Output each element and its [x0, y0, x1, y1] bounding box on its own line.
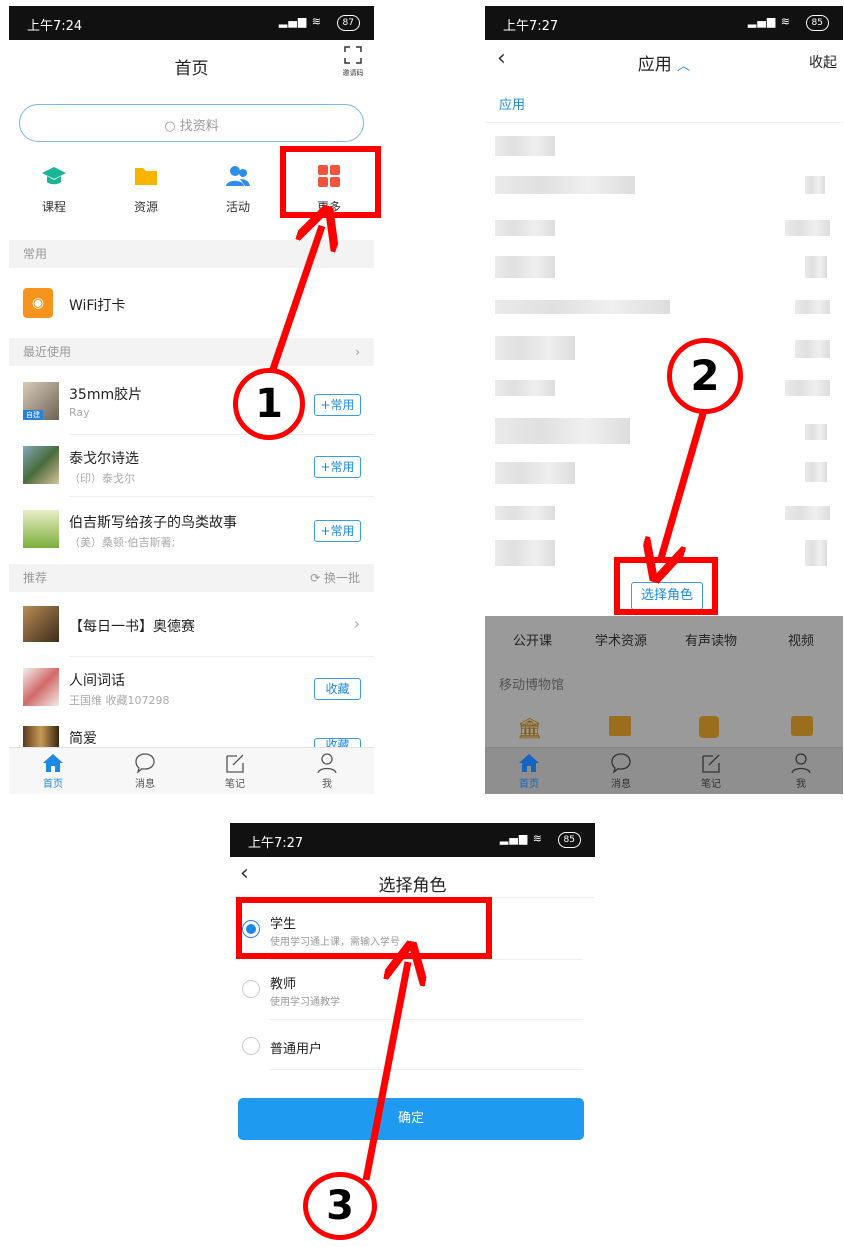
annotation-step-1: 1	[233, 368, 305, 440]
arrow-3	[362, 962, 408, 1181]
annotation-arrows	[266, 0, 708, 1181]
annotation-step-2: 2	[667, 338, 743, 414]
annotation-step-3: 3	[303, 1172, 377, 1240]
step-3-number: 3	[326, 1183, 354, 1229]
step-1-number: 1	[255, 381, 283, 427]
step-2-number: 2	[690, 351, 720, 400]
arrow-2	[660, 409, 708, 562]
arrow-1	[266, 226, 322, 380]
